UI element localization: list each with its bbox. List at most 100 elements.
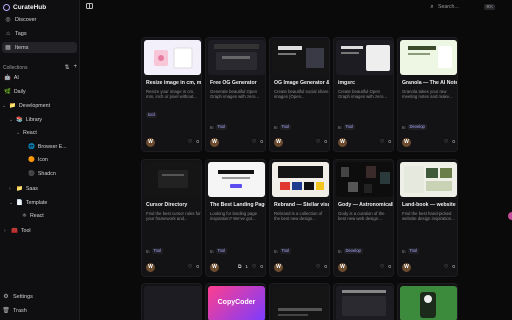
- collection-tool[interactable]: › 🧰 Tool: [4, 226, 31, 236]
- item-card[interactable]: The Best Landing Page Design... Looking …: [205, 159, 266, 277]
- tag-chip[interactable]: Tool: [151, 248, 164, 254]
- trash-link[interactable]: 🗑 Trash: [2, 308, 27, 314]
- tag-chip[interactable]: tool: [146, 112, 157, 118]
- like-count: 0: [452, 139, 455, 145]
- tag-prefix: In: [402, 124, 406, 130]
- item-card[interactable]: Cursor Directory Find the best cursor ru…: [141, 159, 202, 277]
- tag-prefix: In: [274, 248, 278, 254]
- collection-shadcn[interactable]: ⚫ Shadcn: [28, 169, 56, 179]
- heart-icon[interactable]: ♡: [444, 265, 448, 270]
- item-card[interactable]: Granola — The AI Notepad for meetings Gr…: [397, 37, 458, 152]
- search-bar[interactable]: ⌕ Search... ⌘K: [426, 2, 498, 12]
- heart-icon[interactable]: ♡: [252, 140, 256, 145]
- card-footer: W ♡ 0: [338, 262, 391, 272]
- chevron-down-icon[interactable]: ⌄: [9, 117, 13, 123]
- chevron-right-icon[interactable]: ›: [4, 228, 8, 234]
- globe-icon: 🌐: [28, 144, 35, 150]
- collection-saas[interactable]: › 📁 Saas: [9, 184, 38, 194]
- heart-icon[interactable]: ♡: [252, 265, 256, 270]
- tag-chip[interactable]: Develop: [343, 248, 363, 254]
- collection-icon[interactable]: 🟠 Icon: [28, 155, 48, 165]
- avatar[interactable]: W: [402, 262, 411, 272]
- tag-prefix: In: [210, 124, 214, 130]
- card-thumbnail: [144, 162, 201, 197]
- card-description: Create beautiful social share images (Op…: [274, 89, 329, 100]
- heart-icon[interactable]: ♡: [444, 140, 448, 145]
- card-description: Generate beautiful Open Graph images wit…: [210, 89, 259, 100]
- avatar[interactable]: W: [146, 262, 155, 272]
- compass-icon: ◎: [5, 16, 11, 23]
- heart-icon[interactable]: ♡: [188, 140, 192, 145]
- tag-chip[interactable]: Tool: [215, 248, 228, 254]
- tag-chip[interactable]: Develop: [407, 124, 427, 130]
- collection-daily[interactable]: 🌿 Daily: [4, 87, 26, 97]
- card-footer: W ♡ 0: [274, 262, 327, 272]
- item-card[interactable]: Free OG Generator Generate beautiful Ope…: [205, 37, 266, 152]
- collection-template-react[interactable]: ⚛ React: [22, 211, 44, 221]
- item-card[interactable]: [269, 283, 330, 320]
- item-card[interactable]: OG Image Generator & Social Card Make...…: [269, 37, 330, 152]
- sidebar-toggle-icon[interactable]: [86, 3, 93, 9]
- collection-library[interactable]: ⌄ 📚 Library: [9, 115, 42, 125]
- collection-browser-ext[interactable]: 🌐 Browser E...: [28, 142, 67, 152]
- avatar[interactable]: W: [274, 137, 283, 147]
- collection-development[interactable]: ⌄ 📁 Development: [2, 101, 50, 111]
- card-tags: In Develop: [338, 248, 363, 254]
- item-card[interactable]: [141, 283, 202, 320]
- heart-icon[interactable]: ♡: [316, 265, 320, 270]
- tag-chip[interactable]: Tool: [407, 248, 420, 254]
- trash-label: Trash: [13, 308, 27, 314]
- collapse-all-icon[interactable]: ⇅: [64, 64, 69, 71]
- avatar[interactable]: W: [146, 137, 155, 147]
- collection-label: Browser E...: [37, 144, 67, 150]
- tag-chip[interactable]: Tool: [343, 124, 356, 130]
- avatar[interactable]: W: [338, 262, 347, 272]
- avatar[interactable]: W: [338, 137, 347, 147]
- chevron-right-icon[interactable]: ›: [9, 186, 13, 192]
- card-thumbnail: [144, 286, 201, 320]
- chevron-down-icon[interactable]: ⌄: [9, 200, 13, 206]
- tag-chip[interactable]: Tool: [215, 124, 228, 130]
- heart-icon[interactable]: ♡: [316, 140, 320, 145]
- card-title: Gody — Astronomically good...: [338, 202, 393, 208]
- avatar[interactable]: W: [210, 262, 219, 272]
- item-card[interactable]: [397, 283, 458, 320]
- chevron-down-icon[interactable]: ⌄: [16, 130, 20, 136]
- avatar[interactable]: W: [210, 137, 219, 147]
- item-card[interactable]: Rebrand — Stellar visual identity... Reb…: [269, 159, 330, 277]
- collection-ai[interactable]: 🤖 AI: [4, 73, 19, 83]
- avatar[interactable]: W: [274, 262, 283, 272]
- card-description: Find the best hand-picked website design…: [402, 211, 455, 222]
- item-card[interactable]: CopyCoder: [205, 283, 266, 320]
- nav-tags[interactable]: ⌂ Tags: [2, 28, 77, 39]
- collection-react[interactable]: ⌄ React: [16, 128, 37, 138]
- heart-icon[interactable]: ♡: [380, 265, 384, 270]
- like-count: 0: [260, 139, 263, 145]
- card-title: Resize image in cm, mm, inch or pixel...: [146, 80, 201, 86]
- item-card[interactable]: imgsrc Create beautiful Open Graph image…: [333, 37, 394, 152]
- item-card[interactable]: [333, 283, 394, 320]
- floating-action-button[interactable]: [508, 212, 512, 220]
- card-title: Cursor Directory: [146, 202, 188, 208]
- heart-icon[interactable]: ♡: [380, 140, 384, 145]
- copy-icon[interactable]: ⧉: [238, 264, 241, 270]
- card-thumbnail: [400, 286, 457, 320]
- nav-discover[interactable]: ◎ Discover: [2, 14, 77, 25]
- item-card[interactable]: Land-book — website design inspiration..…: [397, 159, 458, 277]
- brand[interactable]: CurateHub: [3, 2, 46, 12]
- avatar[interactable]: W: [402, 137, 411, 147]
- search-input[interactable]: Search...: [438, 4, 459, 10]
- card-thumbnail: CopyCoder: [208, 286, 265, 320]
- tag-chip[interactable]: Tool: [279, 124, 292, 130]
- settings-link[interactable]: ⚙ Settings: [3, 294, 33, 300]
- item-card[interactable]: Gody — Astronomically good... Gody is a …: [333, 159, 394, 277]
- add-collection-icon[interactable]: +: [73, 64, 77, 71]
- collection-template[interactable]: ⌄ 📄 Template: [9, 198, 47, 208]
- card-footer: W ♡ 0: [146, 262, 199, 272]
- chevron-down-icon[interactable]: ⌄: [2, 103, 6, 109]
- tag-chip[interactable]: Tool: [279, 248, 292, 254]
- item-card[interactable]: Resize image in cm, mm, inch or pixel...…: [141, 37, 202, 152]
- nav-items[interactable]: ▦ Items: [2, 42, 77, 53]
- like-count: 0: [196, 264, 199, 270]
- heart-icon[interactable]: ♡: [188, 265, 192, 270]
